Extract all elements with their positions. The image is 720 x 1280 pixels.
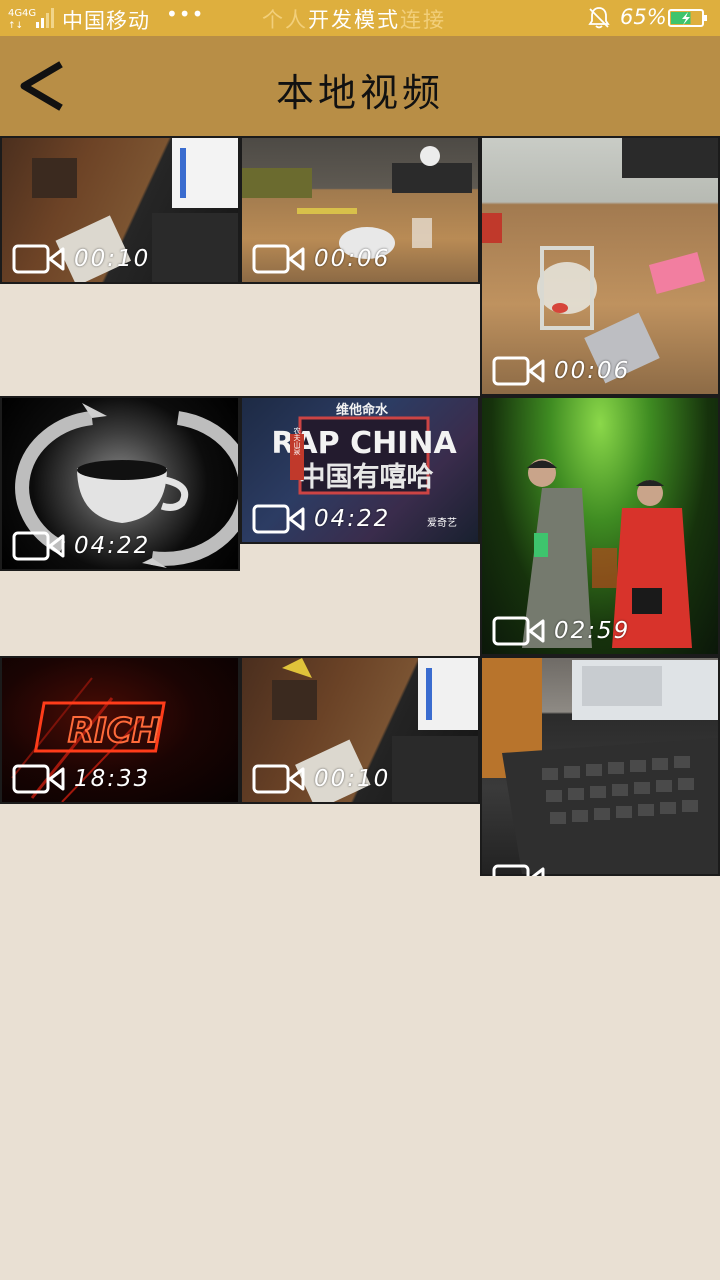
poster-top-text: 维他命水 <box>336 402 389 418</box>
svg-text:↑↓: ↑↓ <box>8 21 23 30</box>
battery-percent: 65% <box>620 5 667 29</box>
video-duration: 00:06 <box>314 246 391 272</box>
video-camera-icon <box>252 764 305 794</box>
video-camera-icon <box>492 356 545 386</box>
video-tile[interactable]: 00:10 <box>240 656 480 804</box>
video-tile[interactable]: 04:22 <box>0 396 240 571</box>
video-camera-icon <box>492 864 545 876</box>
video-tile[interactable]: RICH 18:33 <box>0 656 240 804</box>
video-duration: 00:10 <box>314 766 391 792</box>
title-bar: 本地视频 <box>0 36 720 136</box>
notification-right: 连接 <box>400 8 446 32</box>
video-tile[interactable]: 02:59 <box>480 396 720 656</box>
neon-sign-text: RICH <box>68 711 160 751</box>
video-camera-icon <box>12 764 65 794</box>
video-tile[interactable]: 维他命水 RAP CHINA 中国有嘻哈 农夫山泉 爱奇艺 04:22 <box>240 396 480 544</box>
svg-text:4G: 4G <box>22 8 36 19</box>
video-duration: 04:22 <box>314 506 391 532</box>
video-tile[interactable]: 00:10 <box>0 136 240 284</box>
video-tile[interactable]: 00:06 <box>480 136 720 396</box>
poster-badge-text: 农夫山泉 <box>293 426 301 455</box>
notification-text: 个人开发模式连接 <box>262 4 446 34</box>
poster-brand-text: 爱奇艺 <box>427 516 457 529</box>
video-duration: 18:33 <box>74 766 151 792</box>
video-duration: 00:10 <box>74 246 151 272</box>
svg-text:4G: 4G <box>8 8 22 19</box>
poster-chinese-text: 中国有嘻哈 <box>299 462 434 493</box>
battery-charging-icon <box>668 9 707 27</box>
video-camera-icon <box>252 504 305 534</box>
video-grid: 00:10 00:06 00:06 04:22 维他命水 RAP CHINA 中… <box>0 136 720 1280</box>
notification-left: 个人 <box>262 8 308 32</box>
video-duration: 02:59 <box>554 618 631 644</box>
video-camera-icon <box>12 244 65 274</box>
video-duration: 00:06 <box>554 358 631 384</box>
carrier-label: 中国移动 <box>62 9 150 33</box>
notification-main: 开发模式 <box>308 8 400 32</box>
signal-icon: 4G 4G ↑↓ <box>8 8 54 30</box>
video-camera-icon <box>12 531 65 561</box>
more-notifications: ••• <box>166 2 205 26</box>
video-tile[interactable] <box>480 656 720 876</box>
video-duration: 04:22 <box>74 533 151 559</box>
video-tile[interactable]: 00:06 <box>240 136 480 284</box>
video-camera-icon <box>492 616 545 646</box>
video-thumbnail <box>482 658 718 874</box>
status-bar: 4G 4G ↑↓ 中国移动 ••• 个人开发模式连接 65% <box>0 0 720 36</box>
page-title: 本地视频 <box>275 71 444 115</box>
bell-off-icon <box>588 7 610 29</box>
video-camera-icon <box>252 244 305 274</box>
